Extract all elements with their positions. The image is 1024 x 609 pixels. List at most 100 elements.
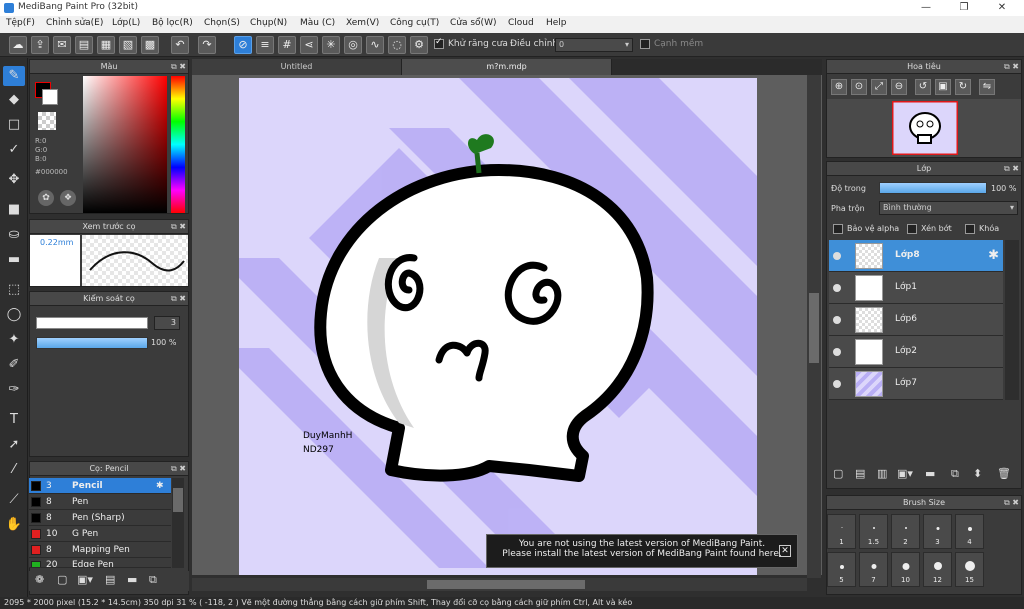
visibility-icon[interactable] [833,284,841,292]
menu-view[interactable]: Xem(V) [346,18,379,28]
brush-item[interactable]: 8 Pen (Sharp) [29,510,171,526]
magic-wand-icon[interactable]: ✦ [3,330,25,350]
select-pen-icon[interactable]: ✐ [3,355,25,375]
navigator-thumbnail[interactable] [892,101,958,155]
maximize-button[interactable]: ❐ [950,0,978,16]
rotate-right-icon[interactable]: ↻ [955,79,971,95]
menu-tools[interactable]: Công cụ(T) [390,18,439,28]
add-brush-icon[interactable]: ▢ [57,573,67,586]
rectangle-tool-icon[interactable]: □ [3,115,25,135]
visibility-icon[interactable] [833,316,841,324]
snap-settings-icon[interactable]: ⚙ [410,36,428,54]
zoom-out-icon[interactable]: ⊖ [891,79,907,95]
menu-window[interactable]: Cửa sổ(W) [450,18,496,28]
brush-properties-icon[interactable]: ▤ [105,573,115,586]
rotate-left-icon[interactable]: ↺ [915,79,931,95]
panel-pin-icon[interactable]: ⧉ ✖ [1004,60,1019,74]
menu-file[interactable]: Tệp(F) [6,18,35,28]
brush-item[interactable]: 3 Pencil ✱ [29,478,171,494]
transparent-color-swatch[interactable] [38,112,56,130]
minimize-button[interactable]: — [912,0,940,16]
menu-layer[interactable]: Lớp(L) [112,18,140,28]
layer-row[interactable]: Lớp2 [829,336,1003,368]
vertical-scrollbar[interactable] [807,75,821,578]
zoom-100-icon[interactable]: ⊙ [851,79,867,95]
hand-tool-icon[interactable]: ✋ [3,515,25,535]
lock-checkbox[interactable] [965,224,975,234]
horizontal-scrollbar[interactable] [192,578,807,591]
snap-off-icon[interactable]: ⊘ [234,36,252,54]
close-icon[interactable]: ✕ [779,545,791,557]
background-color-swatch[interactable] [42,89,58,105]
scrollbar-thumb[interactable] [173,488,183,512]
palette-icon[interactable]: ✿ [38,190,54,206]
brush-size-cell[interactable]: 1 [827,514,856,549]
snap-curve-icon[interactable]: ∿ [366,36,384,54]
flip-horizontal-icon[interactable]: ⇋ [979,79,995,95]
clipping-checkbox[interactable] [907,224,917,234]
brush-size-cell[interactable]: 4 [955,514,984,549]
brush-item[interactable]: 20 Edge Pen [29,558,171,568]
menu-edit[interactable]: Chỉnh sửa(E) [46,18,103,28]
brush-size-cell[interactable]: 10 [891,552,920,587]
brush-size-cell[interactable]: 15 [955,552,984,587]
layer-list-scrollbar[interactable] [1005,240,1019,400]
text-tool-icon[interactable]: T [3,410,25,430]
brush-menu-icon[interactable]: ▣▾ [77,573,93,586]
divide-tool-icon[interactable]: ⁄ [3,460,25,480]
lasso-tool-icon[interactable]: ◯ [3,305,25,325]
protect-alpha-checkbox[interactable] [833,224,843,234]
new-layer-icon[interactable]: ▢ [833,467,843,480]
brush-copy-icon[interactable]: ⧉ [149,573,157,587]
reset-rotation-icon[interactable]: ▣ [935,79,951,95]
snap-circle-icon[interactable]: ◎ [344,36,362,54]
blend-mode-select[interactable]: Bình thường ▾ [879,201,1018,215]
fill-shape-tool-icon[interactable]: ■ [3,200,25,220]
layer-row[interactable]: Lớp7 [829,368,1003,400]
brush-size-value[interactable]: 3 [154,316,180,330]
visibility-icon[interactable] [833,380,841,388]
artwork-canvas[interactable]: DuyManhH ND297 [239,78,757,575]
cloud-brush-icon[interactable]: ❁ [35,573,44,586]
pages-icon[interactable]: ▧ [119,36,137,54]
adjust-select[interactable]: 0 ▾ [555,38,633,52]
menu-snap[interactable]: Chụp(N) [250,18,287,28]
bucket-tool-icon[interactable]: ⛀ [3,225,25,245]
brush-tool-icon[interactable]: ✎ [3,66,25,86]
brush-folder-icon[interactable]: ▬ [127,573,137,586]
comment-icon[interactable]: ✉ [53,36,71,54]
select-eraser-icon[interactable]: ✑ [3,380,25,400]
brush-size-slider[interactable] [36,317,148,329]
cloud-icon[interactable]: ☁ [9,36,27,54]
layer-opacity-slider[interactable] [879,182,987,194]
tab-mm-mdp[interactable]: m?m.mdp [402,59,612,75]
brush-size-cell[interactable]: 3 [923,514,952,549]
grid-icon[interactable]: ▩ [141,36,159,54]
snap-grid-icon[interactable]: # [278,36,296,54]
merge-layer-icon[interactable]: ⬍ [973,467,982,480]
new-halftone-layer-icon[interactable]: ▤ [855,467,865,480]
menu-filter[interactable]: Bộ lọc(R) [152,18,193,28]
panel-pin-icon[interactable]: ⧉ ✖ [1004,496,1019,510]
brush-size-cell[interactable]: 7 [859,552,888,587]
eyedropper-icon[interactable]: ⟋ [3,490,25,510]
scrollbar-thumb[interactable] [809,293,819,363]
redo-icon[interactable]: ↷ [198,36,216,54]
layer-row[interactable]: Lớp1 [829,272,1003,304]
brush-size-cell[interactable]: 5 [827,552,856,587]
share-icon[interactable]: ⇪ [31,36,49,54]
panel-pin-icon[interactable]: ⧉ ✖ [171,60,186,74]
tab-untitled[interactable]: Untitled [192,59,402,75]
menu-color[interactable]: Màu (C) [300,18,335,28]
brush-list-scrollbar[interactable] [172,478,184,568]
visibility-icon[interactable] [833,252,841,260]
menu-select[interactable]: Chọn(S) [204,18,240,28]
brush-size-cell[interactable]: 1.5 [859,514,888,549]
menu-help[interactable]: Help [546,18,567,28]
snap-radial-icon[interactable]: ✳ [322,36,340,54]
new-8bit-layer-icon[interactable]: ▥ [877,467,887,480]
brush-opacity-slider[interactable] [36,337,148,349]
antialias-checkbox[interactable] [434,37,444,49]
operation-tool-icon[interactable]: ➚ [3,435,25,455]
brush-size-cell[interactable]: 2 [891,514,920,549]
